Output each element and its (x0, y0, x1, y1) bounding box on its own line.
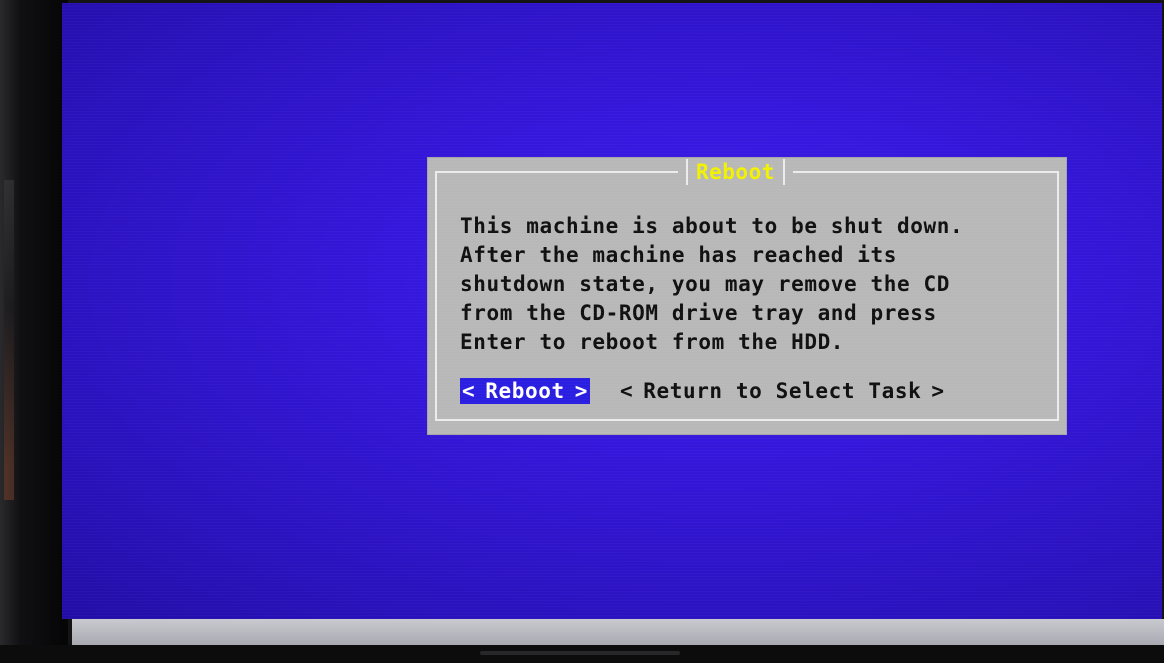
dialog-title-bar: Reboot (678, 158, 793, 186)
return-button-label: Return to Select Task (643, 379, 922, 403)
dialog-title: Reboot (696, 160, 775, 184)
chevron-right-icon: > (574, 379, 588, 403)
chevron-left-icon: < (619, 379, 634, 403)
reboot-button[interactable]: < Reboot > (460, 378, 590, 404)
dialog-buttons: < Reboot > < Return to Select Task > (460, 378, 947, 404)
message-line: After the machine has reached its (460, 243, 898, 267)
message-line: shutdown state, you may remove the CD (460, 272, 950, 296)
chevron-right-icon: > (931, 379, 945, 403)
message-line: Enter to reboot from the HDD. (460, 330, 845, 354)
screen-bottom-edge (72, 619, 1164, 645)
chevron-left-icon: < (462, 379, 476, 403)
photo-of-monitor: Reboot This machine is about to be shut … (0, 0, 1164, 663)
monitor-bezel-left (0, 0, 68, 663)
return-to-select-task-button[interactable]: < Return to Select Task > (618, 378, 947, 404)
reboot-button-label: Reboot (485, 379, 565, 403)
installer-screen: Reboot This machine is about to be shut … (62, 3, 1162, 619)
dialog-message: This machine is about to be shut down. A… (460, 212, 963, 357)
title-divider-left (686, 159, 688, 185)
title-divider-right (782, 159, 785, 185)
reboot-dialog: Reboot This machine is about to be shut … (428, 158, 1066, 434)
monitor-bezel-bottom (0, 645, 1164, 663)
message-line: This machine is about to be shut down. (460, 214, 964, 238)
message-line: from the CD-ROM drive tray and press (460, 301, 937, 325)
